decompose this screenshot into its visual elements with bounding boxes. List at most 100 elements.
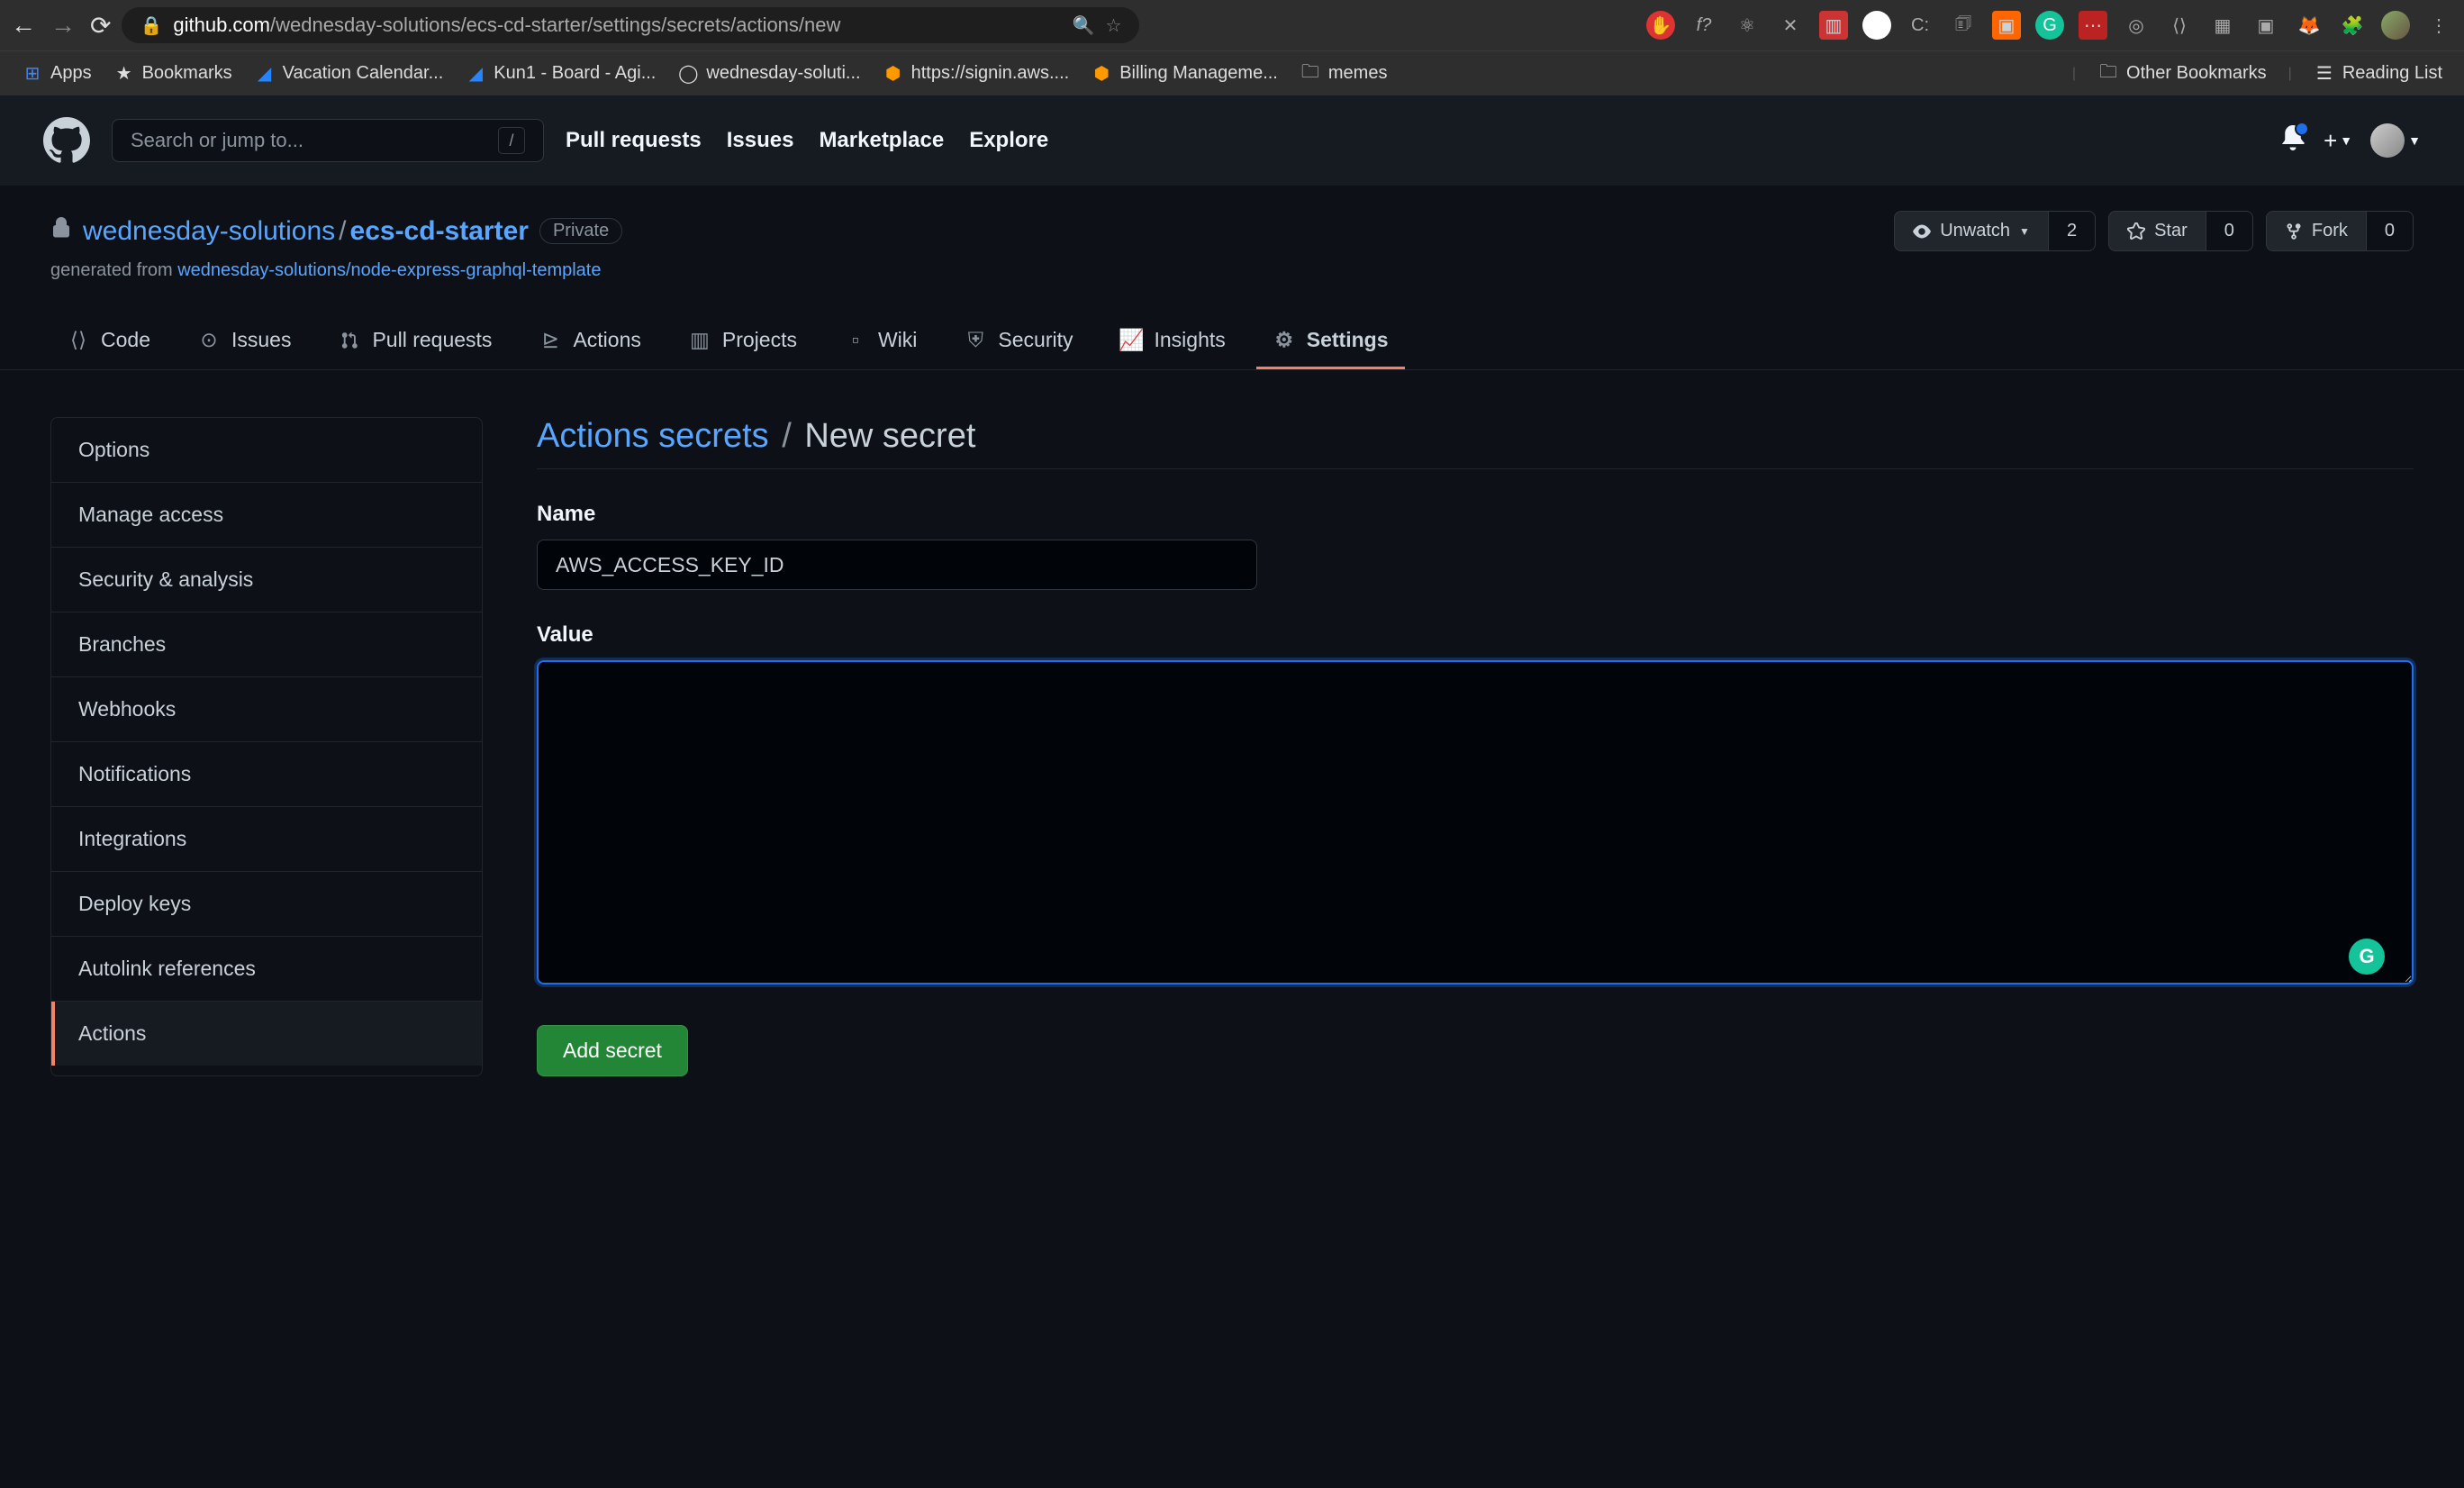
ext-icon-11[interactable]: ◎ (2122, 11, 2151, 40)
repo-name-link[interactable]: ecs-cd-starter (350, 216, 529, 246)
fork-count[interactable]: 0 (2366, 212, 2413, 250)
tab-settings[interactable]: ⚙Settings (1256, 313, 1405, 369)
template-link[interactable]: wednesday-solutions/node-express-graphql… (177, 260, 601, 280)
ext-icon-14[interactable]: ▣ (2251, 11, 2280, 40)
name-label: Name (537, 502, 2414, 527)
other-bookmarks[interactable]: 🗀Other Bookmarks (2097, 63, 2267, 85)
address-bar[interactable]: 🔒 github.com/wednesday-solutions/ecs-cd-… (122, 7, 1139, 43)
create-new-dropdown[interactable]: +▼ (2324, 127, 2352, 155)
tab-insights[interactable]: 📈Insights (1104, 313, 1242, 369)
github-logo-icon[interactable] (43, 117, 90, 164)
ext-icon-13[interactable]: ▦ (2208, 11, 2237, 40)
bookmark-bookmarks[interactable]: ★Bookmarks (113, 63, 232, 85)
extensions-icon[interactable]: 🧩 (2338, 11, 2367, 40)
pr-icon (338, 329, 361, 352)
bookmark-apps[interactable]: ⊞Apps (22, 63, 92, 85)
nav-marketplace[interactable]: Marketplace (819, 128, 944, 153)
ext-icon-3[interactable]: ⚛ (1733, 11, 1762, 40)
star-count[interactable]: 0 (2206, 212, 2252, 250)
folder-icon: 🗀 (2097, 63, 2119, 85)
nav-explore[interactable]: Explore (969, 128, 1048, 153)
reload-button[interactable]: ⟳ (90, 11, 111, 41)
search-icon[interactable]: 🔍 (1073, 14, 1095, 37)
slash-shortcut: / (498, 127, 525, 154)
ext-icon-7[interactable]: C: (1906, 11, 1934, 40)
tab-issues[interactable]: ⊙Issues (181, 313, 307, 369)
tab-pull-requests[interactable]: Pull requests (322, 313, 508, 369)
menu-icon[interactable]: ⋮ (2424, 11, 2453, 40)
ext-icon-2[interactable]: f? (1689, 11, 1718, 40)
graph-icon: 📈 (1120, 329, 1144, 352)
unwatch-button[interactable]: Unwatch▼ 2 (1894, 211, 2096, 251)
jira-icon: ◢ (465, 63, 486, 85)
bookmark-wednesday[interactable]: ◯wednesday-soluti... (677, 63, 860, 85)
ext-icon-5[interactable]: ▥ (1819, 11, 1848, 40)
secret-value-textarea[interactable] (537, 660, 2414, 984)
repo-owner-link[interactable]: wednesday-solutions (83, 216, 335, 246)
ext-icon-1[interactable]: ✋ (1646, 11, 1675, 40)
nav-pull-requests[interactable]: Pull requests (566, 128, 702, 153)
secret-name-input[interactable] (537, 540, 1257, 590)
ext-icon-12[interactable]: ⟨⟩ (2165, 11, 2194, 40)
forward-button[interactable]: → (50, 11, 76, 40)
github-search[interactable]: Search or jump to... / (112, 119, 544, 162)
grammarly-icon[interactable]: G (2035, 11, 2064, 40)
bookmark-vacation[interactable]: ◢Vacation Calendar... (254, 63, 444, 85)
sidebar-item-manage-access[interactable]: Manage access (51, 483, 482, 548)
sidebar-item-integrations[interactable]: Integrations (51, 807, 482, 872)
add-secret-button[interactable]: Add secret (537, 1025, 688, 1076)
bookmarks-bar: ⊞Apps ★Bookmarks ◢Vacation Calendar... ◢… (0, 50, 2464, 95)
user-avatar (2370, 123, 2405, 158)
fork-button[interactable]: Fork 0 (2266, 211, 2414, 251)
value-label: Value (537, 622, 2414, 648)
bookmark-kun1[interactable]: ◢Kun1 - Board - Agi... (465, 63, 656, 85)
jira-icon: ◢ (254, 63, 276, 85)
tab-projects[interactable]: ▥Projects (672, 313, 813, 369)
bookmark-billing[interactable]: ⬢Billing Manageme... (1091, 63, 1278, 85)
shield-icon: ⛨ (964, 329, 987, 352)
project-icon: ▥ (688, 329, 711, 352)
sidebar-item-deploy-keys[interactable]: Deploy keys (51, 872, 482, 937)
browser-toolbar: ← → ⟳ 🔒 github.com/wednesday-solutions/e… (0, 0, 2464, 50)
back-button[interactable]: ← (11, 11, 36, 40)
notification-dot (2295, 122, 2309, 136)
tab-wiki[interactable]: ▫Wiki (828, 313, 933, 369)
star-button[interactable]: Star 0 (2108, 211, 2253, 251)
sidebar-item-webhooks[interactable]: Webhooks (51, 677, 482, 742)
tab-security[interactable]: ⛨Security (947, 313, 1089, 369)
sidebar-item-notifications[interactable]: Notifications (51, 742, 482, 807)
page-title: Actions secrets / New secret (537, 417, 2414, 469)
grammarly-badge-icon[interactable]: G (2349, 939, 2385, 975)
tab-actions[interactable]: ⊵Actions (522, 313, 657, 369)
watch-count[interactable]: 2 (2048, 212, 2095, 250)
tab-code[interactable]: ⟨⟩Code (50, 313, 167, 369)
github-icon: ◯ (677, 63, 699, 85)
sidebar-item-branches[interactable]: Branches (51, 612, 482, 677)
play-icon: ⊵ (539, 329, 562, 352)
aws-icon: ⬢ (1091, 63, 1112, 85)
breadcrumb-link[interactable]: Actions secrets (537, 417, 769, 455)
folder-icon: 🗀 (1300, 63, 1321, 85)
ext-icon-6[interactable] (1862, 11, 1891, 40)
ext-icon-8[interactable]: 🗊 (1949, 11, 1978, 40)
notifications-icon[interactable] (2280, 125, 2305, 157)
sidebar-item-actions[interactable]: Actions (51, 1002, 482, 1066)
reading-list[interactable]: ☰Reading List (2314, 63, 2442, 85)
gear-icon: ⚙ (1273, 329, 1296, 352)
sidebar-item-security-analysis[interactable]: Security & analysis (51, 548, 482, 612)
nav-issues[interactable]: Issues (727, 128, 794, 153)
sidebar-item-autolink[interactable]: Autolink references (51, 937, 482, 1002)
bookmark-memes[interactable]: 🗀memes (1300, 63, 1388, 85)
ext-icon-4[interactable]: ✕ (1776, 11, 1805, 40)
sidebar-item-options[interactable]: Options (51, 418, 482, 483)
aws-icon: ⬢ (883, 63, 904, 85)
metamask-icon[interactable]: 🦊 (2295, 11, 2324, 40)
bookmark-aws-signin[interactable]: ⬢https://signin.aws.... (883, 63, 1070, 85)
ext-icon-9[interactable]: ▣ (1992, 11, 2021, 40)
star-icon[interactable]: ☆ (1106, 14, 1122, 37)
profile-avatar[interactable] (2381, 11, 2410, 40)
url-text: github.com/wednesday-solutions/ecs-cd-st… (173, 14, 840, 37)
ext-icon-10[interactable]: ⋯ (2079, 11, 2107, 40)
visibility-badge: Private (539, 218, 622, 244)
user-menu[interactable]: ▼ (2370, 123, 2421, 158)
